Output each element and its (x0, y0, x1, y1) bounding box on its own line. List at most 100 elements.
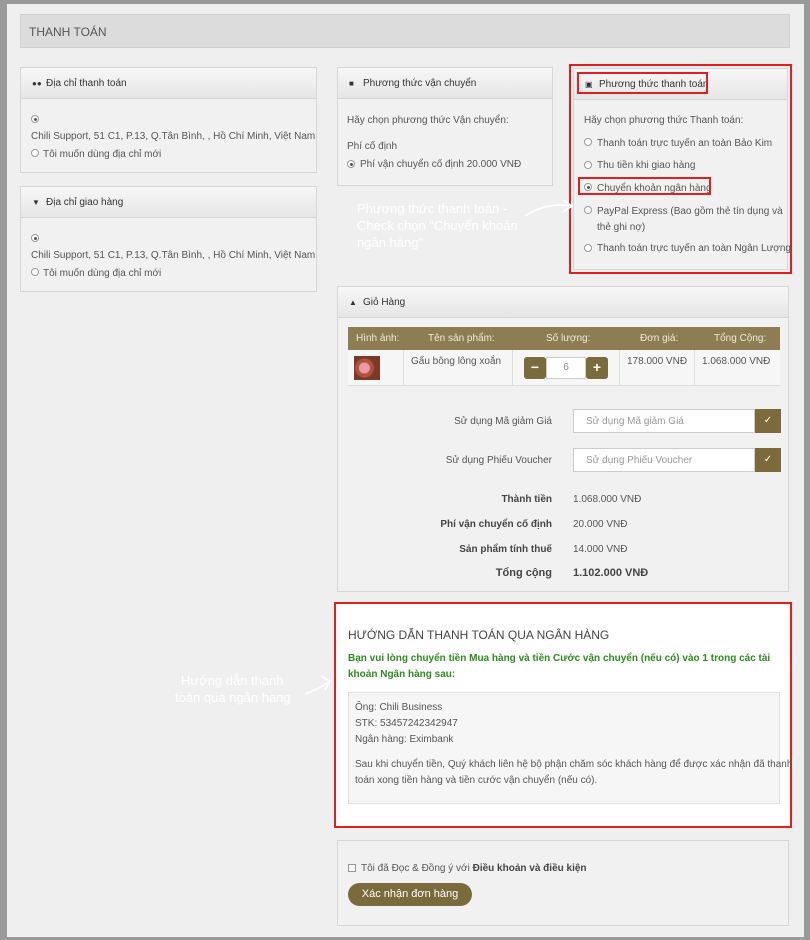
voucher-apply-button[interactable]: ✓ (755, 448, 781, 472)
voucher-placeholder: Sử dụng Phiếu Voucher (586, 455, 693, 466)
bank-annotation-line1: Hướng dẫn thanh (181, 673, 284, 688)
payment-cod-radio[interactable] (584, 161, 592, 169)
payment-annotation-line2: Check chọn "Chuyển khoản (357, 218, 518, 233)
billing-address-header: ●● Địa chỉ thanh toán (21, 68, 316, 99)
agree-checkbox[interactable] (348, 864, 356, 872)
tax-value: 14.000 VNĐ (573, 544, 628, 555)
billing-existing-radio[interactable] (31, 115, 39, 123)
product-name[interactable]: Gấu bông lông xoắn (411, 356, 501, 367)
confirm-panel: Tôi đã Đọc & Đồng ý với Điều khoản và đi… (337, 840, 789, 926)
shipping-address-title: Địa chỉ giao hàng (46, 197, 124, 208)
payment-cod-label[interactable]: Thu tiền khi giao hàng (597, 160, 695, 171)
grand-total-label: Tổng cộng (495, 567, 552, 579)
payment-annotation: Phương thức thanh toán - Check chọn "Chu… (357, 200, 518, 251)
bank-annotation: Hướng dẫn thanh toán qua ngân hang (175, 672, 291, 706)
bank-name: Ngân hàng: Eximbank (355, 734, 454, 745)
shipping-method-title: Phương thức vận chuyển (363, 78, 477, 89)
unit-price: 178.000 VNĐ (627, 356, 688, 367)
voucher-label: Sử dụng Phiếu Voucher (445, 455, 552, 466)
bank-note-line1: Sau khi chuyển tiền, Quý khách liên hệ b… (355, 759, 793, 770)
col-divider (403, 350, 404, 386)
col-qty: Số lượng: (546, 333, 591, 344)
billing-address-text: Chili Support, 51 C1, P.13, Q.Tân Bình, … (31, 131, 316, 142)
qty-decrease-button[interactable]: − (524, 357, 546, 379)
bank-account-number: STK: 53457242342947 (355, 718, 458, 729)
item-total: 1.068.000 VNĐ (702, 356, 771, 367)
shipping-address-panel: ▼ Địa chỉ giao hàng Chili Support, 51 C1… (20, 186, 317, 292)
shipping-existing-radio[interactable] (31, 234, 39, 242)
shipping-method-group: Phí cố định (347, 141, 398, 152)
cart-header: ▲ Giỏ Hàng (338, 287, 788, 318)
col-divider (619, 350, 620, 386)
shipping-method-panel: ■ Phương thức vận chuyển Hãy chọn phương… (337, 67, 553, 186)
truck-icon: ■ (349, 79, 354, 88)
shipping-fee-value: 20.000 VNĐ (573, 519, 628, 530)
payment-paypal-label[interactable]: PayPal Express (Bao gồm thẻ tín dụng và (597, 206, 783, 217)
bank-intro-line1: Bạn vui lòng chuyển tiền Mua hàng và tiề… (348, 653, 771, 664)
bank-note-line2: toán xong tiền hàng và tiền cước vận chu… (355, 775, 598, 786)
payment-paypal-label-cont: thẻ ghi nợ) (597, 222, 646, 233)
page-title-bar: THANH TOÁN (20, 14, 790, 48)
coupon-label: Sử dụng Mã giảm Giá (454, 416, 552, 427)
tax-label: Sản phẩm tính thuế (459, 544, 552, 555)
cart-title: Giỏ Hàng (363, 297, 406, 308)
payment-baokim-label[interactable]: Thanh toán trực tuyến an toàn Bảo Kim (597, 138, 772, 149)
coupon-placeholder: Sử dụng Mã giảm Giá (586, 416, 684, 427)
product-thumbnail[interactable] (354, 356, 380, 380)
bank-instructions-panel: HƯỚNG DẪN THANH TOÁN QUA NGÂN HÀNG Bạn v… (334, 602, 792, 828)
grand-total-value: 1.102.000 VNĐ (573, 567, 649, 579)
payment-nganluong-label[interactable]: Thanh toán trực tuyến an toàn Ngân Lượng (597, 243, 791, 254)
col-product: Tên sản phẩm: (428, 333, 495, 344)
shipping-address-header: ▼ Địa chỉ giao hàng (21, 187, 316, 218)
payment-nganluong-radio[interactable] (584, 244, 592, 252)
confirm-order-button[interactable]: Xác nhận đơn hàng (348, 883, 472, 906)
qty-increase-button[interactable]: + (586, 357, 608, 379)
shopping-cart-icon: ▲ (349, 298, 357, 307)
billing-new-radio[interactable] (31, 149, 39, 157)
cart-panel: ▲ Giỏ Hàng Hình ảnh: Tên sản phẩm: Số lư… (337, 286, 789, 592)
shipping-fixed-label[interactable]: Phí vận chuyển cố định 20.000 VNĐ (360, 159, 521, 170)
shipping-new-label[interactable]: Tôi muốn dùng địa chỉ mới (43, 268, 161, 279)
col-divider (694, 350, 695, 386)
payment-annotation-line3: ngân hàng" (357, 235, 424, 250)
col-total: Tổng Cộng: (714, 333, 767, 344)
payment-annotation-arrow (524, 199, 574, 217)
payment-method-panel: ▣ Phương thức thanh toán Hãy chọn phương… (573, 68, 791, 270)
payment-method-prompt: Hãy chọn phương thức Thanh toán: (584, 115, 744, 126)
voucher-input[interactable]: Sử dụng Phiếu Voucher (573, 448, 755, 472)
bank-intro-line2: khoản Ngân hàng sau: (348, 669, 456, 680)
map-marker-icon: ▼ (32, 198, 40, 207)
bank-annotation-arrow (304, 675, 332, 695)
col-image: Hình ảnh: (356, 333, 400, 344)
payment-baokim-radio[interactable] (584, 138, 592, 146)
terms-link[interactable]: Điều khoản và điều kiện (473, 863, 587, 874)
shipping-fixed-radio[interactable] (347, 160, 355, 168)
col-unit-price: Đơn giá: (640, 333, 679, 344)
checkout-page: THANH TOÁN ●● Địa chỉ thanh toán Chili S… (7, 4, 804, 937)
cart-item-row: Gấu bông lông xoắn − 6 + 178.000 VNĐ 1.0… (348, 350, 780, 386)
bank-owner: Ông: Chili Business (355, 702, 443, 713)
shipping-fee-label: Phí vận chuyển cố định (440, 519, 552, 530)
users-icon: ●● (32, 79, 42, 88)
qty-input[interactable]: 6 (546, 357, 586, 379)
shipping-address-text: Chili Support, 51 C1, P.13, Q.Tân Bình, … (31, 250, 316, 261)
page-title: THANH TOÁN (29, 25, 107, 39)
coupon-input[interactable]: Sử dụng Mã giảm Giá (573, 409, 755, 433)
agree-text: Tôi đã Đọc & Đồng ý với Điều khoản và đi… (361, 863, 587, 874)
shipping-method-header: ■ Phương thức vận chuyển (338, 68, 552, 99)
bank-annotation-line2: toán qua ngân hang (175, 690, 291, 705)
cart-table-header: Hình ảnh: Tên sản phẩm: Số lượng: Đơn gi… (348, 327, 780, 350)
billing-new-label[interactable]: Tôi muốn dùng địa chỉ mới (43, 149, 161, 160)
bank-title: HƯỚNG DẪN THANH TOÁN QUA NGÂN HÀNG (348, 628, 610, 642)
bank-option-highlight (578, 177, 711, 195)
payment-annotation-line1: Phương thức thanh toán - (357, 201, 508, 216)
shipping-new-radio[interactable] (31, 268, 39, 276)
agree-label: Tôi đã Đọc & Đồng ý với (361, 863, 470, 874)
payment-paypal-radio[interactable] (584, 206, 592, 214)
billing-address-panel: ●● Địa chỉ thanh toán Chili Support, 51 … (20, 67, 317, 173)
shipping-method-prompt: Hãy chọn phương thức Vận chuyển: (347, 115, 509, 126)
payment-title-highlight (577, 72, 708, 94)
bank-account-box: Ông: Chili Business STK: 53457242342947 … (348, 692, 792, 804)
subtotal-label: Thành tiền (501, 494, 552, 505)
coupon-apply-button[interactable]: ✓ (755, 409, 781, 433)
